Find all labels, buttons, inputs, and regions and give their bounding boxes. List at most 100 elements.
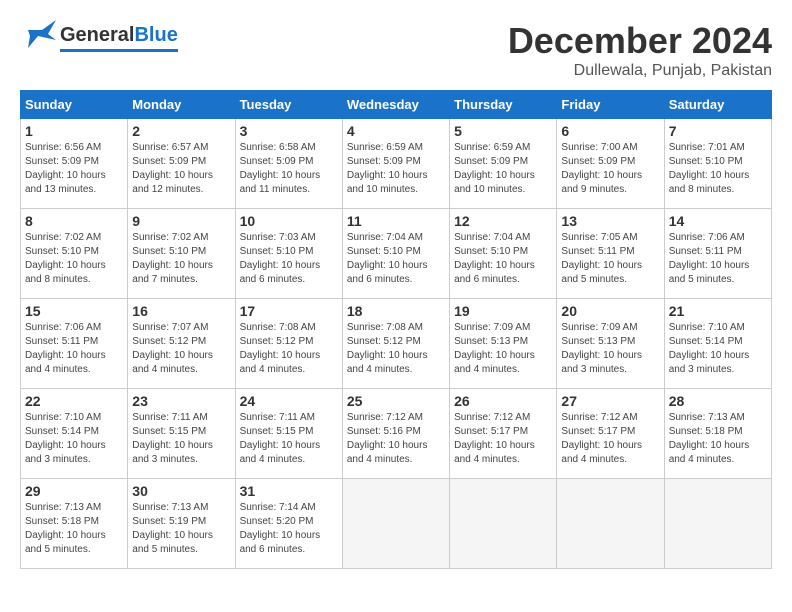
day-info: Sunrise: 7:03 AMSunset: 5:10 PMDaylight:… xyxy=(240,231,338,287)
calendar-day-8: 8 Sunrise: 7:02 AMSunset: 5:10 PMDaylight… xyxy=(21,209,128,299)
calendar-day-11: 11 Sunrise: 7:04 AMSunset: 5:10 PMDayligh… xyxy=(342,209,449,299)
column-header-sunday: Sunday xyxy=(21,91,128,119)
calendar-day-13: 13Sunrise: 7:05 AMSunset: 5:11 PMDayligh… xyxy=(557,209,664,299)
day-info: Sunrise: 7:12 AMSunset: 5:17 PMDaylight:… xyxy=(454,411,552,467)
day-info: Sunrise: 7:01 AMSunset: 5:10 PMDaylight:… xyxy=(669,141,767,197)
month-title: December 2024 xyxy=(508,20,772,62)
title-section: December 2024 Dullewala, Punjab, Pakista… xyxy=(508,20,772,80)
day-info: Sunrise: 7:06 AMSunset: 5:11 PMDaylight:… xyxy=(25,321,123,377)
day-number: 12 xyxy=(454,213,552,229)
day-number: 8 xyxy=(25,213,123,229)
day-info: Sunrise: 7:02 AMSunset: 5:10 PMDaylight:… xyxy=(132,231,230,287)
calendar-day-23: 23 Sunrise: 7:11 AMSunset: 5:15 PMDayligh… xyxy=(128,389,235,479)
day-info: Sunrise: 7:14 AMSunset: 5:20 PMDaylight:… xyxy=(240,501,338,557)
day-info: Sunrise: 6:59 AMSunset: 5:09 PMDaylight:… xyxy=(454,141,552,197)
calendar-table: SundayMondayTuesdayWednesdayThursdayFrid… xyxy=(20,90,772,569)
calendar-day-22: 22 Sunrise: 7:10 AMSunset: 5:14 PMDayligh… xyxy=(21,389,128,479)
day-info: Sunrise: 6:57 AMSunset: 5:09 PMDaylight:… xyxy=(132,141,230,197)
day-info: Sunrise: 7:12 AMSunset: 5:16 PMDaylight:… xyxy=(347,411,445,467)
column-header-saturday: Saturday xyxy=(664,91,771,119)
day-number: 22 xyxy=(25,393,123,409)
calendar-day-19: 19Sunrise: 7:09 AMSunset: 5:13 PMDayligh… xyxy=(450,299,557,389)
location-subtitle: Dullewala, Punjab, Pakistan xyxy=(508,62,772,80)
column-header-wednesday: Wednesday xyxy=(342,91,449,119)
day-info: Sunrise: 6:56 AMSunset: 5:09 PMDaylight:… xyxy=(25,141,123,197)
column-header-thursday: Thursday xyxy=(450,91,557,119)
calendar-week-row: 22 Sunrise: 7:10 AMSunset: 5:14 PMDayligh… xyxy=(21,389,772,479)
day-number: 7 xyxy=(669,123,767,139)
logo-text: General Blue xyxy=(60,24,178,52)
day-info: Sunrise: 7:05 AMSunset: 5:11 PMDaylight:… xyxy=(561,231,659,287)
day-info: Sunrise: 7:09 AMSunset: 5:13 PMDaylight:… xyxy=(561,321,659,377)
day-info: Sunrise: 7:13 AMSunset: 5:18 PMDaylight:… xyxy=(669,411,767,467)
day-number: 10 xyxy=(240,213,338,229)
day-info: Sunrise: 7:13 AMSunset: 5:19 PMDaylight:… xyxy=(132,501,230,557)
day-number: 18 xyxy=(347,303,445,319)
day-info: Sunrise: 7:08 AMSunset: 5:12 PMDaylight:… xyxy=(347,321,445,377)
calendar-week-row: 1 Sunrise: 6:56 AMSunset: 5:09 PMDaylight… xyxy=(21,119,772,209)
logo-icon xyxy=(20,20,56,56)
calendar-day-3: 3 Sunrise: 6:58 AMSunset: 5:09 PMDaylight… xyxy=(235,119,342,209)
calendar-day-empty xyxy=(557,479,664,569)
logo-general: General xyxy=(60,24,134,47)
column-header-monday: Monday xyxy=(128,91,235,119)
day-number: 28 xyxy=(669,393,767,409)
day-number: 5 xyxy=(454,123,552,139)
calendar-day-empty xyxy=(664,479,771,569)
day-number: 3 xyxy=(240,123,338,139)
calendar-day-17: 17 Sunrise: 7:08 AMSunset: 5:12 PMDayligh… xyxy=(235,299,342,389)
calendar-week-row: 8 Sunrise: 7:02 AMSunset: 5:10 PMDaylight… xyxy=(21,209,772,299)
calendar-day-4: 4Sunrise: 6:59 AMSunset: 5:09 PMDaylight… xyxy=(342,119,449,209)
day-number: 24 xyxy=(240,393,338,409)
day-number: 23 xyxy=(132,393,230,409)
day-number: 17 xyxy=(240,303,338,319)
day-number: 20 xyxy=(561,303,659,319)
day-info: Sunrise: 7:04 AMSunset: 5:10 PMDaylight:… xyxy=(347,231,445,287)
day-number: 25 xyxy=(347,393,445,409)
day-info: Sunrise: 7:02 AMSunset: 5:10 PMDaylight:… xyxy=(25,231,123,287)
day-info: Sunrise: 7:10 AMSunset: 5:14 PMDaylight:… xyxy=(25,411,123,467)
day-info: Sunrise: 7:10 AMSunset: 5:14 PMDaylight:… xyxy=(669,321,767,377)
day-number: 15 xyxy=(25,303,123,319)
day-info: Sunrise: 7:00 AMSunset: 5:09 PMDaylight:… xyxy=(561,141,659,197)
calendar-day-28: 28 Sunrise: 7:13 AMSunset: 5:18 PMDayligh… xyxy=(664,389,771,479)
calendar-day-2: 2 Sunrise: 6:57 AMSunset: 5:09 PMDaylight… xyxy=(128,119,235,209)
day-number: 30 xyxy=(132,483,230,499)
calendar-week-row: 29Sunrise: 7:13 AMSunset: 5:18 PMDayligh… xyxy=(21,479,772,569)
day-info: Sunrise: 7:08 AMSunset: 5:12 PMDaylight:… xyxy=(240,321,338,377)
logo: General Blue xyxy=(20,20,178,56)
calendar-day-29: 29Sunrise: 7:13 AMSunset: 5:18 PMDayligh… xyxy=(21,479,128,569)
calendar-day-31: 31Sunrise: 7:14 AMSunset: 5:20 PMDayligh… xyxy=(235,479,342,569)
day-number: 14 xyxy=(669,213,767,229)
day-number: 11 xyxy=(347,213,445,229)
day-info: Sunrise: 7:11 AMSunset: 5:15 PMDaylight:… xyxy=(132,411,230,467)
header: General Blue December 2024 Dullewala, Pu… xyxy=(20,20,772,80)
day-number: 27 xyxy=(561,393,659,409)
calendar-day-empty xyxy=(450,479,557,569)
calendar-day-7: 7 Sunrise: 7:01 AMSunset: 5:10 PMDaylight… xyxy=(664,119,771,209)
calendar-day-24: 24 Sunrise: 7:11 AMSunset: 5:15 PMDayligh… xyxy=(235,389,342,479)
day-info: Sunrise: 7:11 AMSunset: 5:15 PMDaylight:… xyxy=(240,411,338,467)
calendar-day-1: 1 Sunrise: 6:56 AMSunset: 5:09 PMDaylight… xyxy=(21,119,128,209)
day-number: 2 xyxy=(132,123,230,139)
calendar-day-18: 18 Sunrise: 7:08 AMSunset: 5:12 PMDayligh… xyxy=(342,299,449,389)
calendar-day-5: 5 Sunrise: 6:59 AMSunset: 5:09 PMDaylight… xyxy=(450,119,557,209)
day-number: 16 xyxy=(132,303,230,319)
calendar-day-25: 25 Sunrise: 7:12 AMSunset: 5:16 PMDayligh… xyxy=(342,389,449,479)
day-info: Sunrise: 7:12 AMSunset: 5:17 PMDaylight:… xyxy=(561,411,659,467)
calendar-day-21: 21 Sunrise: 7:10 AMSunset: 5:14 PMDayligh… xyxy=(664,299,771,389)
calendar-week-row: 15 Sunrise: 7:06 AMSunset: 5:11 PMDayligh… xyxy=(21,299,772,389)
logo-underline xyxy=(60,49,178,52)
day-info: Sunrise: 6:58 AMSunset: 5:09 PMDaylight:… xyxy=(240,141,338,197)
calendar-day-6: 6Sunrise: 7:00 AMSunset: 5:09 PMDaylight… xyxy=(557,119,664,209)
day-info: Sunrise: 7:09 AMSunset: 5:13 PMDaylight:… xyxy=(454,321,552,377)
day-number: 1 xyxy=(25,123,123,139)
calendar-day-14: 14 Sunrise: 7:06 AMSunset: 5:11 PMDayligh… xyxy=(664,209,771,299)
day-number: 21 xyxy=(669,303,767,319)
calendar-day-10: 10 Sunrise: 7:03 AMSunset: 5:10 PMDayligh… xyxy=(235,209,342,299)
calendar-header-row: SundayMondayTuesdayWednesdayThursdayFrid… xyxy=(21,91,772,119)
day-info: Sunrise: 7:06 AMSunset: 5:11 PMDaylight:… xyxy=(669,231,767,287)
calendar-day-20: 20 Sunrise: 7:09 AMSunset: 5:13 PMDayligh… xyxy=(557,299,664,389)
day-number: 26 xyxy=(454,393,552,409)
logo-blue: Blue xyxy=(134,24,177,47)
